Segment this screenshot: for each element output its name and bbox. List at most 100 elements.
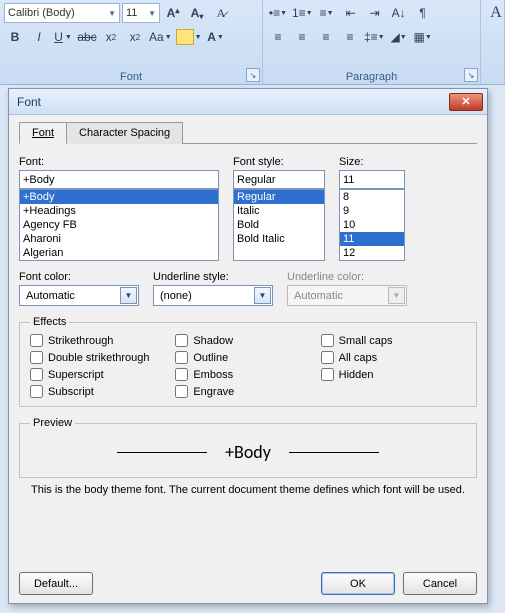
chevron-down-icon: ▼ <box>108 9 116 18</box>
strikethrough-button[interactable]: abc <box>76 26 98 48</box>
show-marks-button[interactable]: ¶ <box>412 2 434 24</box>
list-item[interactable]: 12 <box>340 246 404 260</box>
close-button[interactable]: ✕ <box>449 93 483 111</box>
font-dialog: Font ✕ Font Character Spacing Font: +Bod… <box>8 88 488 604</box>
multilevel-list-button[interactable]: ≡▼ <box>316 2 338 24</box>
list-item[interactable]: 9 <box>340 204 404 218</box>
list-item[interactable]: 10 <box>340 218 404 232</box>
highlight-icon <box>176 29 194 45</box>
styles-placeholder[interactable]: A <box>485 2 505 24</box>
list-item[interactable]: 11 <box>340 232 404 246</box>
list-item[interactable]: Algerian <box>20 246 218 260</box>
list-item[interactable]: 8 <box>340 190 404 204</box>
ribbon: Calibri (Body) ▼ 11 ▼ A▴ A▾ A̷ B I U▼ ab… <box>0 0 505 85</box>
superscript-button[interactable]: x2 <box>124 26 146 48</box>
ribbon-group-font: Calibri (Body) ▼ 11 ▼ A▴ A▾ A̷ B I U▼ ab… <box>0 0 263 84</box>
sort-button[interactable]: A↓ <box>388 2 410 24</box>
borders-button[interactable]: ▦▼ <box>412 26 434 48</box>
effects-group: Effects Strikethrough Double strikethrou… <box>19 316 477 407</box>
ribbon-group-label: Paragraph <box>263 71 480 83</box>
underline-button[interactable]: U▼ <box>52 26 74 48</box>
checkbox-all-caps[interactable]: All caps <box>321 351 466 364</box>
ribbon-group-paragraph: •≡▼ 1≡▼ ≡▼ ⇤ ⇥ A↓ ¶ ≡ ≡ ≡ ≡ ‡≡▼ ◢▼ ▦▼ Pa… <box>263 0 481 84</box>
font-size-combo[interactable]: 11 ▼ <box>122 3 160 23</box>
cancel-button[interactable]: Cancel <box>403 572 477 595</box>
shading-button[interactable]: ◢▼ <box>388 26 410 48</box>
ribbon-group-label: Font <box>0 71 262 83</box>
increase-indent-button[interactable]: ⇥ <box>364 2 386 24</box>
list-item[interactable]: Agency FB <box>20 218 218 232</box>
size-input[interactable]: 11 <box>339 170 405 189</box>
font-color-button[interactable]: A▼ <box>205 26 227 48</box>
checkbox-superscript[interactable]: Superscript <box>30 368 175 381</box>
numbering-button[interactable]: 1≡▼ <box>291 2 314 24</box>
grow-font-button[interactable]: A▴ <box>162 2 184 24</box>
decrease-indent-button[interactable]: ⇤ <box>340 2 362 24</box>
dialog-title: Font <box>17 95 41 109</box>
align-center-button[interactable]: ≡ <box>291 26 313 48</box>
tab-font[interactable]: Font <box>19 122 67 144</box>
preview-text: +Body <box>225 441 271 463</box>
font-name-combo[interactable]: Calibri (Body) ▼ <box>4 3 120 23</box>
bold-button[interactable]: B <box>4 26 26 48</box>
font-label: Font: <box>19 156 219 168</box>
change-case-button[interactable]: Aa▼ <box>148 26 173 48</box>
underline-style-dropdown[interactable]: (none) ▼ <box>153 285 273 306</box>
highlight-button[interactable]: ▼ <box>175 26 203 48</box>
checkbox-outline[interactable]: Outline <box>175 351 320 364</box>
tab-character-spacing[interactable]: Character Spacing <box>66 122 183 144</box>
preview-group: Preview +Body <box>19 417 477 478</box>
list-item[interactable]: Regular <box>234 190 324 204</box>
checkbox-hidden[interactable]: Hidden <box>321 368 466 381</box>
font-input[interactable]: +Body <box>19 170 219 189</box>
align-right-button[interactable]: ≡ <box>315 26 337 48</box>
preview-sample-area: +Body <box>30 441 466 463</box>
shrink-font-button[interactable]: A▾ <box>186 2 208 24</box>
paragraph-dialog-launcher[interactable]: ↘ <box>464 68 478 82</box>
font-color-dropdown[interactable]: Automatic ▼ <box>19 285 139 306</box>
bullets-button[interactable]: •≡▼ <box>267 2 289 24</box>
clear-formatting-button[interactable]: A̷ <box>210 2 232 24</box>
font-style-listbox[interactable]: Regular Italic Bold Bold Italic <box>233 189 325 261</box>
align-left-button[interactable]: ≡ <box>267 26 289 48</box>
chevron-down-icon: ▼ <box>148 9 156 18</box>
font-style-label: Font style: <box>233 156 325 168</box>
font-style-input[interactable]: Regular <box>233 170 325 189</box>
list-item[interactable]: Italic <box>234 204 324 218</box>
underline-color-dropdown: Automatic ▼ <box>287 285 407 306</box>
checkbox-double-strikethrough[interactable]: Double strikethrough <box>30 351 175 364</box>
checkbox-shadow[interactable]: Shadow <box>175 334 320 347</box>
preview-baseline <box>289 452 379 453</box>
list-item[interactable]: +Headings <box>20 204 218 218</box>
checkbox-small-caps[interactable]: Small caps <box>321 334 466 347</box>
font-dialog-launcher[interactable]: ↘ <box>246 68 260 82</box>
size-label: Size: <box>339 156 405 168</box>
dialog-titlebar: Font ✕ <box>9 89 487 115</box>
checkbox-emboss[interactable]: Emboss <box>175 368 320 381</box>
chevron-down-icon: ▼ <box>120 287 137 304</box>
chevron-down-icon: ▼ <box>254 287 271 304</box>
justify-button[interactable]: ≡ <box>339 26 361 48</box>
list-item[interactable]: Bold Italic <box>234 232 324 246</box>
chevron-down-icon: ▼ <box>388 287 405 304</box>
font-listbox[interactable]: +Body +Headings Agency FB Aharoni Algeri… <box>19 189 219 261</box>
underline-color-label: Underline color: <box>287 271 407 283</box>
default-button[interactable]: Default... <box>19 572 93 595</box>
dialog-tabs: Font Character Spacing <box>19 121 477 144</box>
preview-baseline <box>117 452 207 453</box>
font-color-label: Font color: <box>19 271 139 283</box>
list-item[interactable]: Aharoni <box>20 232 218 246</box>
preview-legend: Preview <box>30 417 75 429</box>
size-listbox[interactable]: 8 9 10 11 12 <box>339 189 405 261</box>
line-spacing-button[interactable]: ‡≡▼ <box>363 26 386 48</box>
checkbox-subscript[interactable]: Subscript <box>30 385 175 398</box>
italic-button[interactable]: I <box>28 26 50 48</box>
list-item[interactable]: +Body <box>20 190 218 204</box>
ok-button[interactable]: OK <box>321 572 395 595</box>
close-icon: ✕ <box>461 95 470 108</box>
list-item[interactable]: Bold <box>234 218 324 232</box>
checkbox-engrave[interactable]: Engrave <box>175 385 320 398</box>
underline-style-label: Underline style: <box>153 271 273 283</box>
checkbox-strikethrough[interactable]: Strikethrough <box>30 334 175 347</box>
subscript-button[interactable]: x2 <box>100 26 122 48</box>
